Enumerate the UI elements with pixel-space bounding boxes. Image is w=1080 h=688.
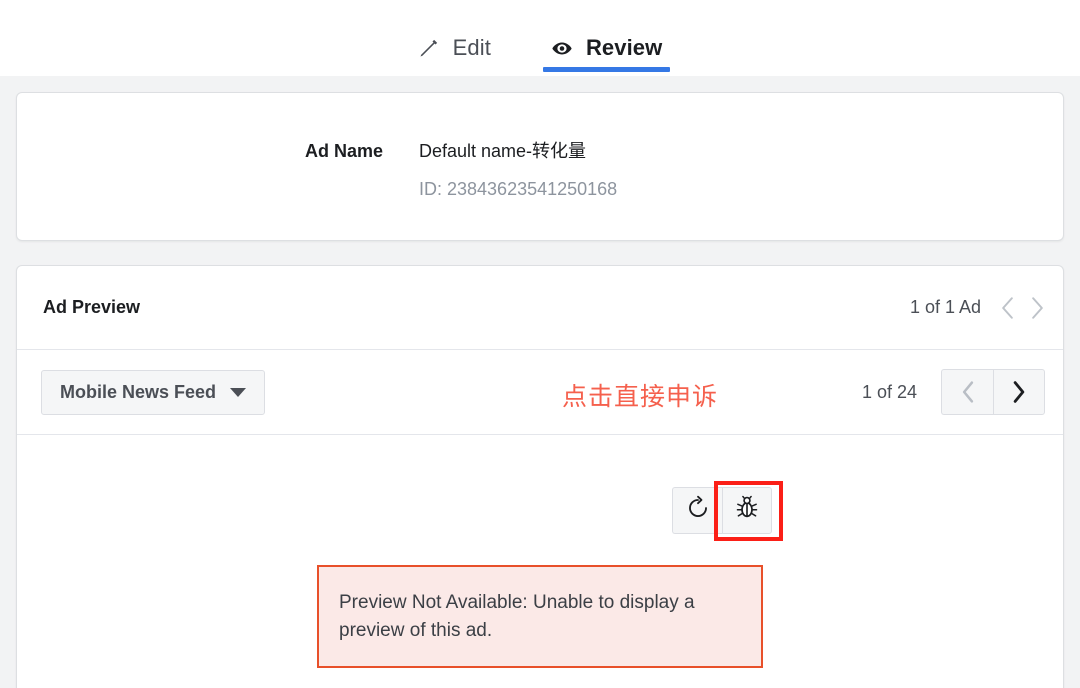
placement-dropdown-label: Mobile News Feed bbox=[60, 381, 217, 402]
bug-icon bbox=[734, 495, 760, 526]
ad-id-text: ID: 23843623541250168 bbox=[419, 179, 618, 199]
ad-preview-title: Ad Preview bbox=[43, 297, 141, 317]
refresh-icon bbox=[685, 495, 711, 526]
ad-preview-header-controls: 1 of 1 Ad bbox=[910, 295, 1045, 321]
ad-name-card: Ad Name Default name-转化量 ID: 23843623541… bbox=[16, 92, 1064, 241]
preview-error-banner: Preview Not Available: Unable to display… bbox=[317, 565, 763, 669]
placement-pager-buttons bbox=[941, 369, 1045, 415]
ad-count-label: 1 of 1 Ad bbox=[909, 297, 981, 317]
placement-pager-count: 1 of 24 bbox=[861, 381, 917, 402]
placement-previous-button[interactable] bbox=[941, 369, 993, 415]
previous-ad-button[interactable] bbox=[999, 295, 1015, 321]
refresh-preview-button[interactable] bbox=[672, 487, 722, 534]
tab-review[interactable]: Review bbox=[542, 0, 671, 76]
tab-edit[interactable]: Edit bbox=[410, 0, 499, 76]
active-tab-underline bbox=[542, 67, 671, 72]
view-mode-tabs: Edit Review bbox=[0, 0, 1080, 76]
placement-pager: 1 of 24 bbox=[862, 369, 1045, 415]
tab-review-label: Review bbox=[585, 35, 663, 60]
placement-next-button[interactable] bbox=[993, 369, 1045, 415]
ad-name-row: Ad Name Default name-转化量 bbox=[17, 137, 1063, 163]
placement-dropdown[interactable]: Mobile News Feed bbox=[41, 369, 266, 415]
pencil-icon bbox=[418, 37, 440, 59]
tab-edit-label: Edit bbox=[452, 35, 491, 60]
report-bug-button[interactable] bbox=[722, 487, 772, 534]
ad-preview-toolbar: Mobile News Feed 点击直接申诉 1 of 24 bbox=[17, 350, 1063, 435]
ad-nav-chevrons bbox=[999, 295, 1045, 321]
next-ad-button[interactable] bbox=[1029, 295, 1045, 321]
annotation-text: 点击直接申诉 bbox=[562, 382, 719, 411]
ad-name-value: Default name-转化量 bbox=[419, 141, 587, 161]
preview-action-buttons bbox=[672, 487, 772, 534]
eye-icon bbox=[551, 37, 573, 59]
chevron-down-icon bbox=[230, 387, 247, 397]
ad-preview-header: Ad Preview 1 of 1 Ad bbox=[17, 266, 1063, 350]
preview-error-text: Preview Not Available: Unable to display… bbox=[339, 592, 695, 641]
ad-name-label: Ad Name bbox=[305, 141, 384, 161]
